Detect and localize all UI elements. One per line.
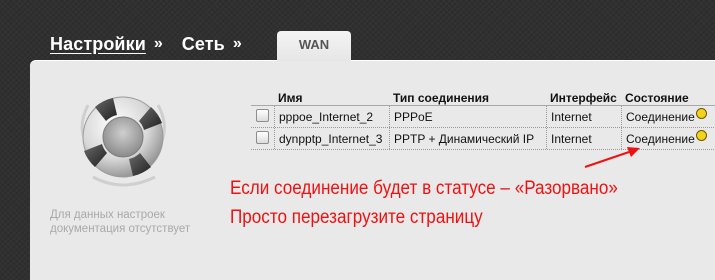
breadcrumb-settings-link[interactable]: Настройки (50, 34, 146, 55)
row-interface: Internet (546, 106, 621, 127)
breadcrumb-separator: » (232, 35, 242, 52)
help-text: Для данных настроек документация отсутст… (50, 209, 191, 235)
table-row[interactable]: dynpptp_Internet_3 PPTP + Динамический I… (251, 128, 715, 150)
annotation-line-2: Просто перезагрузите страницу (230, 207, 483, 228)
status-indicator-icon (695, 130, 707, 141)
row-checkbox[interactable] (256, 131, 269, 144)
annotation-line-1: Если соединение будет в статусе – «Разор… (230, 178, 618, 199)
row-type: PPPoE (389, 106, 546, 127)
row-name[interactable]: dynpptp_Internet_3 (274, 128, 389, 149)
row-checkbox-cell (251, 106, 274, 127)
annotation-note: Если соединение будет в статусе – «Разор… (230, 174, 618, 232)
table-header: Имя Тип соединения Интерфейс Состояние (251, 88, 715, 106)
breadcrumb-separator: » (153, 35, 163, 52)
table-row[interactable]: pppoe_Internet_2 PPPoE Internet Соединен… (251, 106, 715, 128)
header-connection-type: Тип соединения (393, 91, 490, 105)
header-interface: Интерфейс (550, 91, 617, 105)
lifebuoy-icon (73, 85, 173, 200)
row-status: Соединение (626, 109, 695, 124)
breadcrumb: Настройки » Сеть » (50, 32, 242, 56)
header-status: Состояние (625, 91, 689, 105)
header-name: Имя (278, 91, 303, 105)
row-name[interactable]: pppoe_Internet_2 (274, 106, 389, 127)
breadcrumb-network-link[interactable]: Сеть (182, 34, 225, 55)
row-checkbox-cell (251, 128, 274, 149)
row-status-cell: Соединение (621, 106, 715, 127)
status-indicator-icon (695, 108, 707, 119)
row-type: PPTP + Динамический IP (389, 128, 546, 149)
red-arrow-icon (580, 142, 645, 177)
connections-table: Имя Тип соединения Интерфейс Состояние p… (251, 88, 715, 150)
tab-wan[interactable]: WAN (277, 31, 351, 61)
row-checkbox[interactable] (256, 109, 269, 122)
